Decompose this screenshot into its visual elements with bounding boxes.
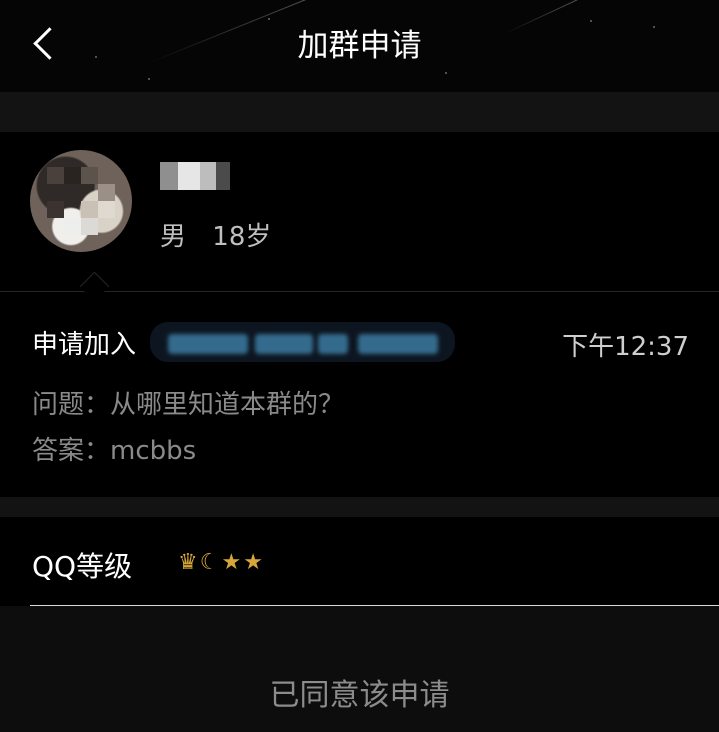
qq-level-badges: ♛ ☾ ★ ★ [178,548,263,578]
profile-divider [0,291,719,292]
avatar[interactable] [30,150,132,252]
page-title: 加群申请 [297,28,422,64]
age-label: 18岁 [212,222,272,252]
nickname-redacted [160,162,230,190]
request-question: 问题：从哪里知道本群的？ [32,390,345,420]
section-separator [0,92,719,132]
star-icon: ★ [243,550,263,575]
qq-level-label: QQ等级 [32,550,133,583]
gender-label: 男 [160,222,187,252]
star-icon: ★ [221,550,242,575]
gender-age: 男 18岁 [160,216,289,253]
crown-icon: ♛ [178,550,198,575]
request-time: 下午12:37 [562,332,689,362]
status-footer: 已同意该申请 [0,606,719,732]
moon-icon: ☾ [199,550,220,575]
applicant-profile[interactable]: 男 18岁 [0,132,719,292]
app-header: 加群申请 [0,0,719,92]
group-name-redacted [150,322,455,362]
section-separator [0,497,719,517]
request-answer: 答案：mcbbs [32,436,197,466]
approval-status: 已同意该申请 [269,678,450,713]
request-prefix: 申请加入 [32,330,137,360]
